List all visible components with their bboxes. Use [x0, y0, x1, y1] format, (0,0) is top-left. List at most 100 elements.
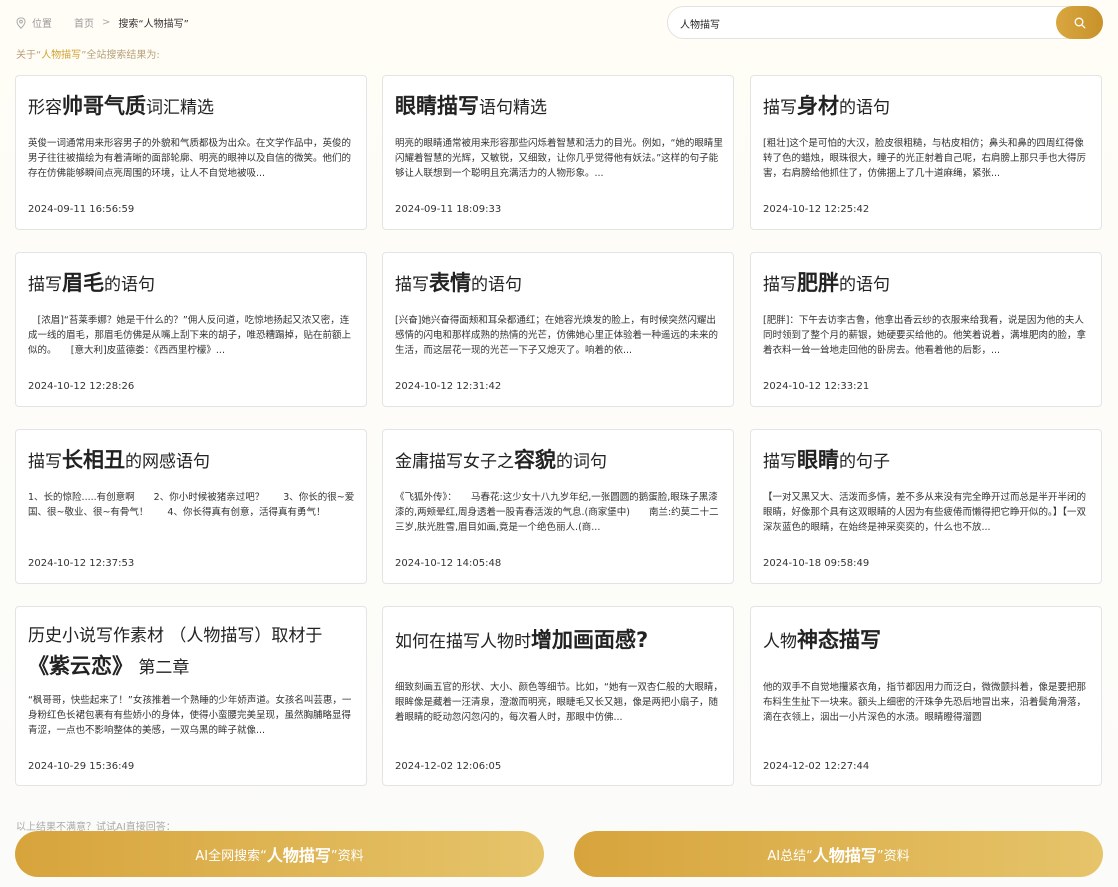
result-card[interactable]: 描写身材的语句 [粗壮]这个是可怕的大汉，脸皮很粗糙，与枯皮相仿；鼻头和鼻的四周…: [750, 75, 1102, 230]
result-card[interactable]: 描写眉毛的语句 [浓眉]“苔莱季娜？她是干什么的？”佣人反问道，吃惊地扬起又浓又…: [15, 252, 367, 407]
card-title-pre: 描写: [28, 275, 62, 295]
card-excerpt: “枫哥哥，快些起来了！”女孩推着一个熟睡的少年娇声道。女孩名叫芸惠，一身粉红色长…: [28, 695, 352, 736]
card-excerpt: 他的双手不自觉地攥紧衣角，指节都因用力而泛白，微微颤抖着，像是要把那布料生生扯下…: [763, 682, 1087, 723]
card-title-post: 的语句: [839, 275, 890, 295]
card-excerpt: 《飞狐外传》： 马春花:这少女十八九岁年纪,一张圆圆的鹅蛋脸,眼珠子黑漆漆的,两…: [395, 492, 719, 533]
search-button[interactable]: [1056, 6, 1103, 39]
card-excerpt: 1、长的惊险.....有创意啊 2、你小时候被猪亲过吧？ 3、你长的很~爱国、很…: [28, 492, 355, 518]
card-title-pre: 历史小说写作素材 （人物描写）取材于: [28, 626, 323, 646]
card-excerpt: [兴奋]她兴奋得面颊和耳朵都通红；在她容光焕发的脸上，有时候突然闪耀出感情的闪电…: [395, 315, 719, 356]
card-title[interactable]: 金庸描写女子之容貌的词句: [395, 447, 723, 475]
result-card[interactable]: 描写长相丑的网感语句 1、长的惊险.....有创意啊 2、你小时候被猪亲过吧？ …: [15, 429, 367, 584]
card-title[interactable]: 描写身材的语句: [763, 93, 1091, 121]
ai-button-keyword: 人物描写: [812, 846, 877, 865]
card-title-pre: 描写: [28, 452, 62, 472]
card-title-pre: 形容: [28, 98, 62, 118]
breadcrumb-label: 位置: [32, 19, 52, 30]
card-excerpt: [浓眉]“苔莱季娜？她是干什么的？”佣人反问道，吃惊地扬起又浓又密，连成一线的眉…: [28, 315, 352, 356]
card-title-post: 的词句: [556, 452, 607, 472]
card-date: 2024-09-11 16:56:59: [28, 204, 135, 215]
card-title-keyword: 眼睛: [797, 448, 839, 472]
result-card[interactable]: 形容帅哥气质词汇精选 英俊一词通常用来形容男子的外貌和气质都极为出众。在文学作品…: [15, 75, 367, 230]
result-card[interactable]: 历史小说写作素材 （人物描写）取材于《紫云恋》 第二章 “枫哥哥，快些起来了！”…: [15, 606, 367, 786]
result-card[interactable]: 金庸描写女子之容貌的词句 《飞狐外传》： 马春花:这少女十八九岁年纪,一张圆圆的…: [382, 429, 734, 584]
card-date: 2024-10-12 12:37:53: [28, 558, 135, 569]
card-title-pre: 金庸描写女子之: [395, 452, 514, 472]
card-title-pre: 如何在描写人物时: [395, 632, 531, 652]
card-date: 2024-09-11 18:09:33: [395, 204, 502, 215]
card-title-keyword: 身材: [797, 94, 839, 118]
ai-summarize-button[interactable]: AI总结“ 人物描写 ”资料: [574, 831, 1103, 877]
ai-button-label-pre: AI全网搜索“: [195, 848, 267, 864]
card-date: 2024-12-02 12:27:44: [763, 761, 870, 772]
card-date: 2024-10-12 14:05:48: [395, 558, 502, 569]
card-title-post: 的语句: [471, 275, 522, 295]
breadcrumb: 位置 首页 > 搜索“人物描写”: [16, 15, 189, 30]
card-date: 2024-10-12 12:28:26: [28, 381, 135, 392]
card-title-keyword: 增加画面感?: [531, 628, 649, 652]
card-title-keyword: 神态描写: [797, 628, 881, 652]
card-title[interactable]: 描写眉毛的语句: [28, 270, 356, 298]
result-card[interactable]: 描写肥胖的语句 [肥胖]：下午去访李古鲁，他拿出香云纱的衣服来给我看，说是因为他…: [750, 252, 1102, 407]
result-note-suffix: ”全站搜索结果为:: [81, 50, 160, 61]
breadcrumb-separator: >: [102, 17, 111, 28]
result-card[interactable]: 如何在描写人物时增加画面感? 细致刻画五官的形状、大小、颜色等细节。比如，“她有…: [382, 606, 734, 786]
breadcrumb-home-link[interactable]: 首页: [74, 15, 94, 30]
breadcrumb-current: 搜索“人物描写”: [118, 19, 189, 30]
search-result-summary: 关于“人物描写”全站搜索结果为:: [16, 46, 160, 61]
result-note-prefix: 关于“: [16, 50, 42, 61]
top-bar: 位置 首页 > 搜索“人物描写”: [0, 0, 1118, 44]
search-input[interactable]: [680, 14, 1050, 32]
card-title-pre: 描写: [763, 275, 797, 295]
ai-button-label-post: ”资料: [876, 848, 910, 864]
location-pin-icon: [16, 16, 26, 29]
card-date: 2024-12-02 12:06:05: [395, 761, 502, 772]
card-title-keyword: 长相丑: [62, 448, 125, 472]
card-excerpt: 明亮的眼睛通常被用来形容那些闪烁着智慧和活力的目光。例如，“她的眼睛里闪耀着智慧…: [395, 138, 723, 179]
result-card[interactable]: 描写眼睛的句子 【一对又黑又大、活泼而多情，差不多从来没有完全睁开过而总是半开半…: [750, 429, 1102, 584]
card-title-keyword: 容貌: [514, 448, 556, 472]
ai-web-search-button[interactable]: AI全网搜索“ 人物描写 ”资料: [15, 831, 544, 877]
result-card[interactable]: 眼睛描写语句精选 明亮的眼睛通常被用来形容那些闪烁着智慧和活力的目光。例如，“她…: [382, 75, 734, 230]
card-title-post: 词汇精选: [146, 98, 214, 118]
card-title-pre: 描写: [763, 452, 797, 472]
card-title-post: 的句子: [839, 452, 890, 472]
card-title[interactable]: 历史小说写作素材 （人物描写）取材于《紫云恋》 第二章: [28, 621, 356, 683]
card-title-keyword: 帅哥气质: [62, 94, 146, 118]
card-title[interactable]: 描写眼睛的句子: [763, 447, 1091, 475]
card-title-pre: 描写: [395, 275, 429, 295]
card-title-post: 的网感语句: [125, 452, 210, 472]
card-title-post: 语句精选: [479, 98, 547, 118]
card-date: 2024-10-12 12:25:42: [763, 204, 870, 215]
card-excerpt: 细致刻画五官的形状、大小、颜色等细节。比如，“她有一双杏仁般的大眼睛，眼眸像是藏…: [395, 682, 723, 723]
card-date: 2024-10-12 12:33:21: [763, 381, 870, 392]
card-title[interactable]: 描写肥胖的语句: [763, 270, 1091, 298]
card-title-pre: 人物: [763, 632, 797, 652]
search-icon: [1074, 17, 1085, 28]
ai-button-label-pre: AI总结“: [767, 848, 813, 864]
card-title-post: 第二章: [138, 658, 190, 678]
card-title[interactable]: 眼睛描写语句精选: [395, 93, 723, 121]
card-date: 2024-10-29 15:36:49: [28, 761, 135, 772]
card-title[interactable]: 描写长相丑的网感语句: [28, 447, 356, 475]
card-excerpt: 英俊一词通常用来形容男子的外貌和气质都极为出众。在文学作品中，英俊的男子往往被描…: [28, 138, 352, 179]
card-title-keyword: 表情: [429, 271, 471, 295]
card-excerpt: [粗壮]这个是可怕的大汉，脸皮很粗糙，与枯皮相仿；鼻头和鼻的四周红得像转了色的蜡…: [763, 138, 1087, 179]
card-title[interactable]: 人物神态描写: [763, 627, 1091, 655]
card-title-pre: 描写: [763, 98, 797, 118]
card-title[interactable]: 如何在描写人物时增加画面感?: [395, 627, 723, 655]
card-excerpt: [肥胖]：下午去访李古鲁，他拿出香云纱的衣服来给我看，说是因为他的夫人同时领到了…: [763, 315, 1087, 356]
card-title[interactable]: 形容帅哥气质词汇精选: [28, 93, 356, 121]
result-card[interactable]: 描写表情的语句 [兴奋]她兴奋得面颊和耳朵都通红；在她容光焕发的脸上，有时候突然…: [382, 252, 734, 407]
card-excerpt: 【一对又黑又大、活泼而多情，差不多从来没有完全睁开过而总是半开半闭的眼睛，好像那…: [763, 492, 1087, 533]
ai-button-label-post: ”资料: [330, 848, 364, 864]
card-title-keyword: 肥胖: [797, 271, 839, 295]
card-title-post: 的语句: [839, 98, 890, 118]
card-title[interactable]: 描写表情的语句: [395, 270, 723, 298]
search-box: [667, 6, 1103, 39]
card-title-post: 的语句: [104, 275, 155, 295]
card-title-keyword: 《紫云恋》: [28, 654, 133, 678]
card-date: 2024-10-18 09:58:49: [763, 558, 870, 569]
card-title-keyword: 眼睛描写: [395, 94, 479, 118]
result-card[interactable]: 人物神态描写 他的双手不自觉地攥紧衣角，指节都因用力而泛白，微微颤抖着，像是要把…: [750, 606, 1102, 786]
